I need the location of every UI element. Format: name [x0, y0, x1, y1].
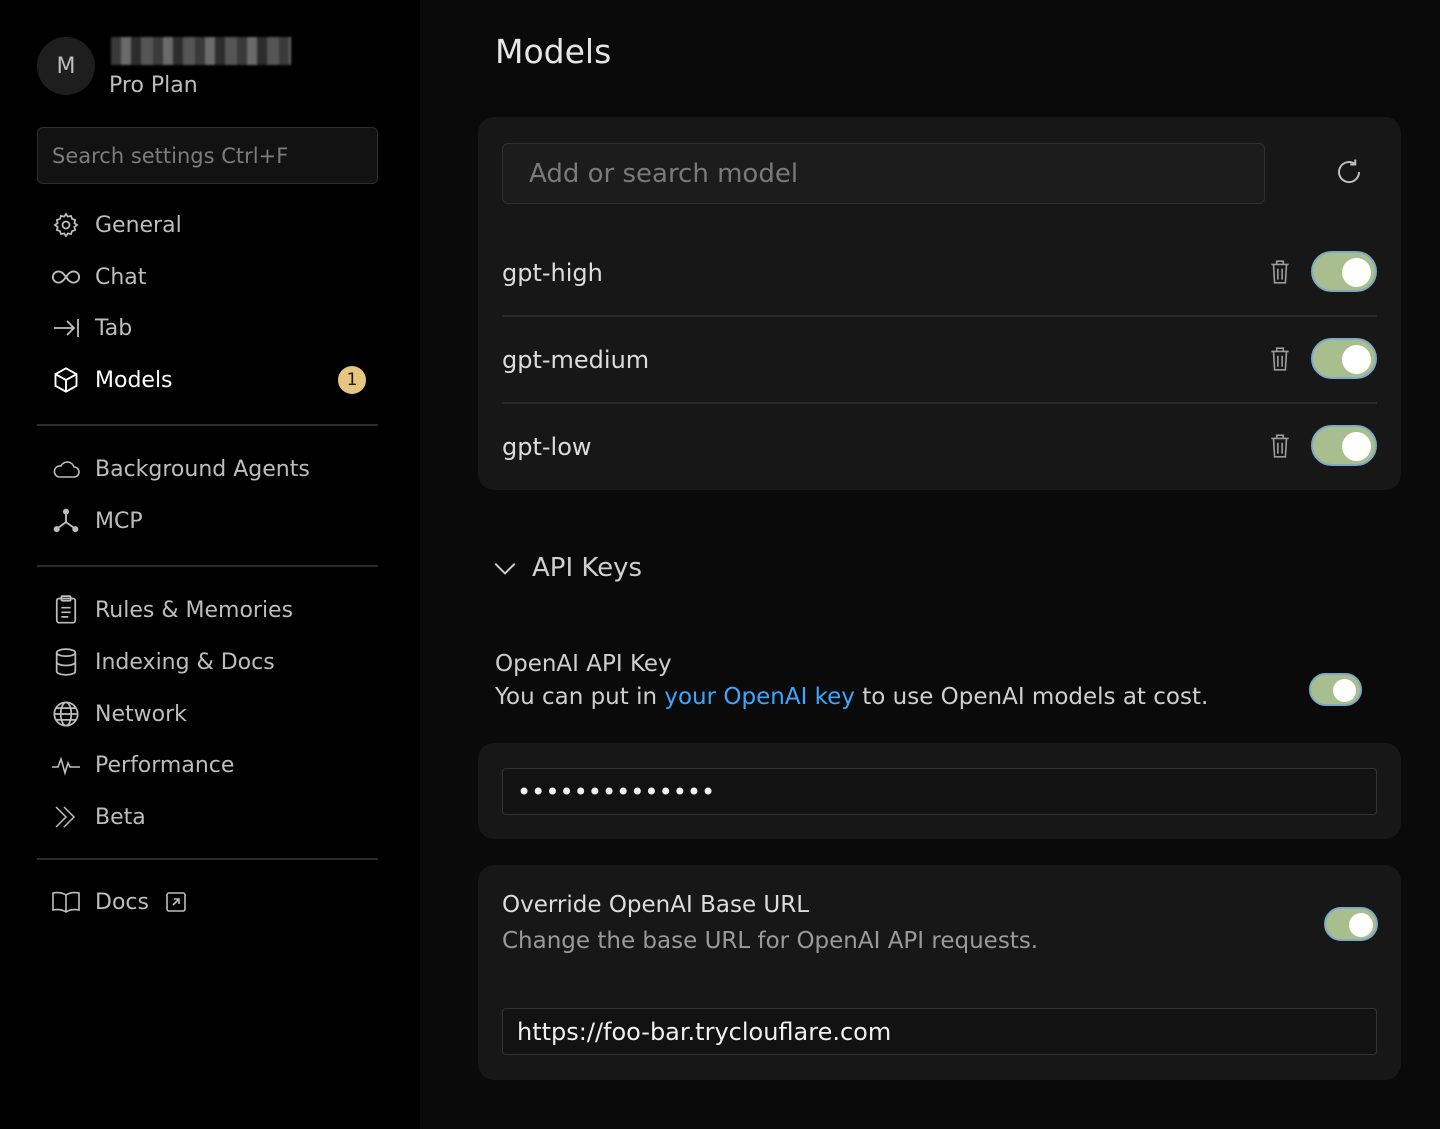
model-row-gpt-medium: gpt-medium — [502, 316, 1377, 403]
openai-key-title: OpenAI API Key — [495, 651, 672, 677]
page-title: Models — [495, 32, 612, 71]
sidebar-item-models[interactable]: Models 1 — [37, 356, 378, 404]
notification-badge: 1 — [338, 366, 366, 394]
refresh-icon[interactable] — [1334, 157, 1364, 187]
sidebar-item-network[interactable]: Network — [37, 690, 378, 738]
trash-icon[interactable] — [1269, 346, 1291, 372]
sidebar-item-label: General — [95, 212, 182, 238]
double-chevron-icon — [51, 802, 81, 832]
sidebar-item-label: Models — [95, 367, 173, 393]
override-url-title: Override OpenAI Base URL — [502, 892, 810, 918]
api-keys-section-header[interactable]: API Keys — [492, 553, 642, 583]
openai-key-card: •••••••••••••• — [478, 743, 1401, 839]
gear-icon — [51, 210, 81, 240]
sidebar-item-label: Background Agents — [95, 456, 310, 482]
sidebar-item-label: Indexing & Docs — [95, 649, 275, 675]
openai-key-desc: You can put in your OpenAI key to use Op… — [495, 684, 1208, 710]
override-url-toggle[interactable] — [1324, 907, 1378, 941]
external-link-icon — [165, 891, 187, 913]
sidebar-item-label: Network — [95, 701, 187, 727]
globe-icon — [51, 699, 81, 729]
settings-search-input[interactable]: Search settings Ctrl+F — [37, 127, 378, 184]
sidebar-item-rules-memories[interactable]: Rules & Memories — [37, 586, 378, 634]
plan-label: Pro Plan — [109, 73, 198, 98]
trash-icon[interactable] — [1269, 433, 1291, 459]
sidebar-divider — [37, 565, 378, 567]
model-name: gpt-medium — [502, 345, 650, 374]
override-url-desc: Change the base URL for OpenAI API reque… — [502, 928, 1039, 954]
models-card: Add or search model gpt-high gpt-medium … — [478, 117, 1401, 490]
sidebar-item-label: MCP — [95, 508, 143, 534]
model-search-input[interactable]: Add or search model — [502, 143, 1265, 204]
model-row-gpt-low: gpt-low — [502, 403, 1377, 490]
sidebar-item-label: Rules & Memories — [95, 597, 294, 623]
sidebar-item-docs[interactable]: Docs — [37, 878, 378, 926]
model-row-gpt-high: gpt-high — [502, 229, 1377, 316]
openai-key-link[interactable]: your OpenAI key — [664, 684, 855, 710]
network-nodes-icon — [51, 506, 81, 536]
sidebar-item-indexing-docs[interactable]: Indexing & Docs — [37, 638, 378, 686]
sidebar-item-label: Performance — [95, 752, 235, 778]
username-redacted — [111, 37, 291, 65]
section-title: API Keys — [532, 553, 643, 583]
openai-key-input[interactable]: •••••••••••••• — [502, 768, 1377, 815]
sidebar-item-background-agents[interactable]: Background Agents — [37, 445, 378, 493]
pulse-icon — [51, 750, 81, 780]
tab-arrow-icon — [51, 313, 81, 343]
sidebar-item-label: Chat — [95, 264, 147, 290]
sidebar-item-mcp[interactable]: MCP — [37, 497, 378, 545]
model-toggle[interactable] — [1311, 251, 1377, 292]
sidebar-divider — [37, 858, 378, 860]
sidebar-item-label: Beta — [95, 804, 146, 830]
desc-text: You can put in — [495, 684, 665, 710]
sidebar-item-performance[interactable]: Performance — [37, 741, 378, 789]
openai-key-toggle[interactable] — [1309, 673, 1362, 706]
infinity-icon — [51, 262, 81, 292]
book-icon — [51, 887, 81, 917]
sidebar-item-general[interactable]: General — [37, 201, 378, 249]
sidebar: M Pro Plan Search settings Ctrl+F Genera… — [0, 0, 420, 1129]
database-icon — [51, 647, 81, 677]
clipboard-icon — [51, 595, 81, 625]
sidebar-item-chat[interactable]: Chat — [37, 253, 378, 301]
cube-icon — [51, 365, 81, 395]
cloud-icon — [51, 454, 81, 484]
sidebar-item-beta[interactable]: Beta — [37, 793, 378, 841]
model-name: gpt-high — [502, 258, 603, 287]
sidebar-divider — [37, 424, 378, 426]
model-toggle[interactable] — [1311, 338, 1377, 379]
sidebar-item-label: Docs — [95, 889, 149, 915]
chevron-down-icon — [492, 555, 518, 581]
profile: M Pro Plan — [37, 37, 291, 98]
desc-text: to use OpenAI models at cost. — [854, 684, 1209, 710]
avatar: M — [37, 37, 95, 95]
base-url-input[interactable]: https://foo-bar.tryclouflare.com — [502, 1008, 1377, 1055]
trash-icon[interactable] — [1269, 259, 1291, 285]
override-url-card: Override OpenAI Base URL Change the base… — [478, 865, 1401, 1080]
model-toggle[interactable] — [1311, 425, 1377, 466]
sidebar-item-tab[interactable]: Tab — [37, 304, 378, 352]
model-name: gpt-low — [502, 432, 592, 461]
sidebar-item-label: Tab — [95, 315, 133, 341]
